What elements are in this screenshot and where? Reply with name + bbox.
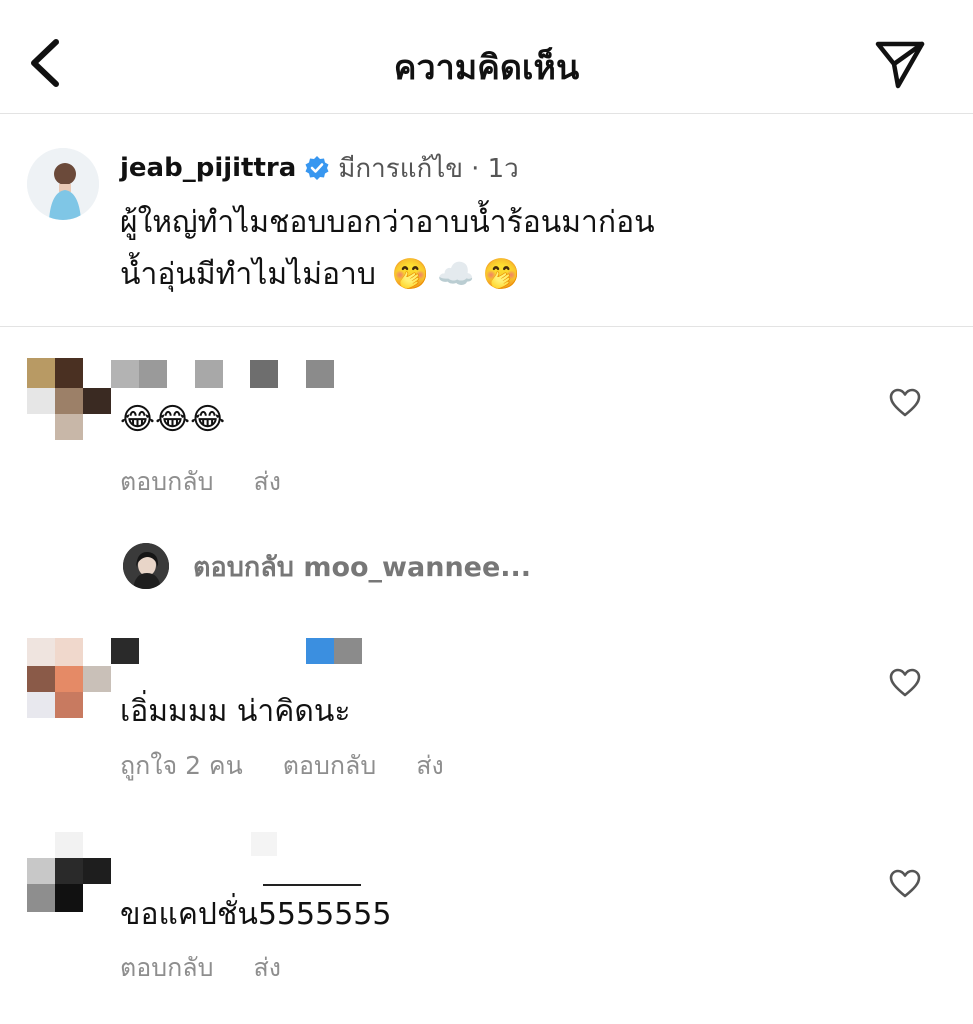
comment-text: เอิ่มมมม น่าคิดนะ xyxy=(120,694,351,729)
caption-meta: jeab_pijittra มีการแก้ไข · 1ว xyxy=(120,148,519,188)
verified-badge-icon xyxy=(305,156,329,180)
caption-line-1: ผู้ใหญ่ทำไมชอบบอกว่าอาบน้ำร้อนมาก่อน xyxy=(120,205,655,240)
reply-button[interactable]: ตอบกลับ xyxy=(120,462,213,502)
heart-outline-icon[interactable] xyxy=(889,668,921,698)
cloud-emoji: ☁️ xyxy=(437,257,475,292)
avatar[interactable] xyxy=(27,358,115,446)
header-bar: ความคิดเห็น xyxy=(0,0,973,114)
view-replies-label[interactable]: ตอบกลับ moo_wannee... xyxy=(193,545,531,588)
caption-line-2: น้ำอุ่นมีทำไมไม่อาบ xyxy=(120,257,376,292)
paper-plane-icon[interactable] xyxy=(872,36,928,92)
caption-text: ผู้ใหญ่ทำไมชอบบอกว่าอาบน้ำร้อนมาก่อน น้ำ… xyxy=(120,197,655,301)
reply-button[interactable]: ตอบกลับ xyxy=(283,746,376,786)
send-button[interactable]: ส่ง xyxy=(253,948,280,988)
timestamp: · 1ว xyxy=(471,153,519,184)
comment-text: 😂😂😂 xyxy=(120,402,226,437)
comment-actions: ตอบกลับ ส่ง xyxy=(120,462,321,502)
page-title: ความคิดเห็น xyxy=(393,48,580,88)
hand-over-mouth-emoji: 🤭 xyxy=(391,257,430,292)
comment-actions: ถูกใจ 2 คน ตอบกลับ ส่ง xyxy=(120,746,484,786)
send-button[interactable]: ส่ง xyxy=(416,746,443,786)
comment-text: ขอแคปชั่น5555555 xyxy=(120,897,392,932)
avatar[interactable] xyxy=(27,638,115,726)
avatar[interactable] xyxy=(27,832,115,920)
likes-count[interactable]: ถูกใจ 2 คน xyxy=(120,746,243,786)
view-replies-link[interactable]: ตอบกลับ moo_wannee... xyxy=(123,543,531,589)
username[interactable]: jeab_pijittra xyxy=(120,153,296,183)
heart-outline-icon[interactable] xyxy=(889,869,921,899)
send-button[interactable]: ส่ง xyxy=(253,462,280,502)
heart-outline-icon[interactable] xyxy=(889,388,921,418)
comment-actions: ตอบกลับ ส่ง xyxy=(120,948,321,988)
avatar[interactable] xyxy=(27,148,99,220)
avatar xyxy=(123,543,169,589)
edited-label: มีการแก้ไข xyxy=(338,153,464,184)
reply-button[interactable]: ตอบกลับ xyxy=(120,948,213,988)
hand-over-mouth-emoji: 🤭 xyxy=(482,257,520,292)
